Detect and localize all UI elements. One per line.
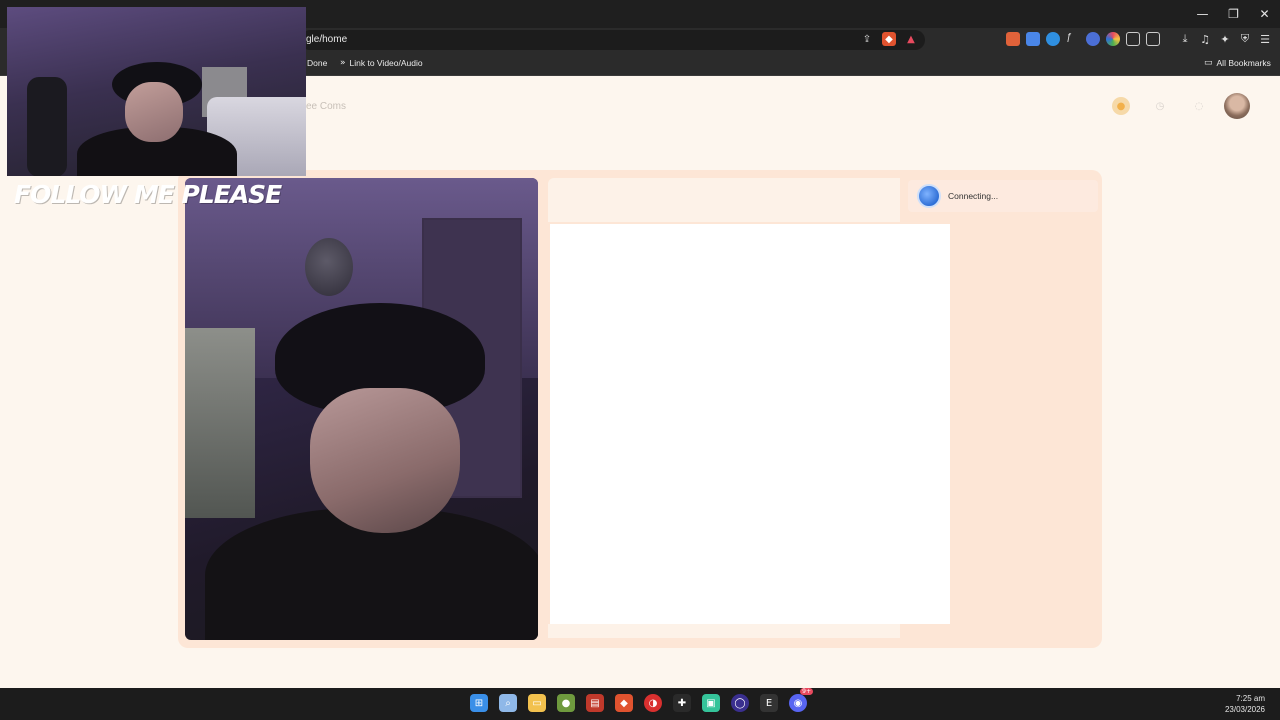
chair bbox=[27, 77, 67, 176]
chat-footer bbox=[548, 624, 900, 638]
address-bar[interactable] bbox=[300, 30, 925, 50]
ext-icon-1[interactable] bbox=[1006, 32, 1020, 46]
self-video bbox=[185, 178, 538, 640]
moon-lamp bbox=[305, 238, 353, 296]
bookmark-label: Link to Video/Audio bbox=[349, 58, 423, 68]
person-face bbox=[125, 82, 183, 142]
color-icon[interactable] bbox=[1106, 32, 1120, 46]
leo-icon[interactable]: ✦ bbox=[1218, 32, 1232, 46]
puzzle-icon[interactable] bbox=[1126, 32, 1140, 46]
chat-header bbox=[548, 178, 900, 222]
download-icon[interactable]: ⤓ bbox=[1178, 32, 1192, 46]
minimize-button[interactable]: — bbox=[1187, 0, 1218, 28]
app-icon-7[interactable]: ◑ bbox=[644, 694, 662, 712]
restore-button[interactable]: ❐ bbox=[1218, 0, 1249, 28]
taskbar-apps: ⊞ ⌕ ▭ ● ▤ ◆ ◑ ✚ ▣ ◯ E ◉ 9+ bbox=[470, 688, 813, 712]
close-button[interactable]: ✕ bbox=[1249, 0, 1280, 28]
ext-icon-3[interactable] bbox=[1046, 32, 1060, 46]
search-icon[interactable]: ⌕ bbox=[499, 694, 517, 712]
bookmark-label: Done bbox=[307, 58, 328, 68]
bookmark-label: All Bookmarks bbox=[1216, 58, 1271, 68]
share-icon[interactable]: ⇪ bbox=[860, 32, 874, 46]
status-text: Connecting... bbox=[948, 191, 999, 201]
ext-icon-5[interactable] bbox=[1086, 32, 1100, 46]
webcam-overlay bbox=[7, 7, 306, 176]
extension-icons: ƒ bbox=[1006, 32, 1160, 46]
file-explorer-icon[interactable]: ▭ bbox=[528, 694, 546, 712]
address-bar-icons: ⇪ ◆ ▲ bbox=[860, 32, 918, 46]
app-icon-4[interactable]: ● bbox=[557, 694, 575, 712]
toolbar-icons: ⤓ ♫ ✦ ⛨ ☰ bbox=[1178, 32, 1272, 46]
loading-spinner-icon bbox=[917, 184, 941, 208]
translate-icon[interactable] bbox=[1026, 32, 1040, 46]
bookmark-link-video[interactable]: » Link to Video/Audio bbox=[340, 58, 423, 68]
coins-icon[interactable]: ● bbox=[1112, 97, 1130, 115]
app-icon-9[interactable]: ▣ bbox=[702, 694, 720, 712]
shelf bbox=[185, 328, 255, 518]
time-text: 7:25 am bbox=[1236, 694, 1265, 703]
page-title: ee Coms bbox=[306, 101, 347, 112]
font-icon[interactable]: ƒ bbox=[1066, 32, 1080, 46]
vpn-icon[interactable]: ⛨ bbox=[1238, 32, 1252, 46]
avatar[interactable] bbox=[1224, 93, 1250, 119]
brave-shield-icon[interactable]: ◆ bbox=[882, 32, 896, 46]
figma-icon[interactable]: ✚ bbox=[673, 694, 691, 712]
chat-icon[interactable]: ◌ bbox=[1190, 97, 1208, 115]
window-controls: — ❐ ✕ bbox=[1187, 0, 1280, 28]
bookmark-done[interactable]: Done bbox=[307, 58, 327, 68]
system-clock[interactable]: 7:25 am 23/03/2026 bbox=[1225, 693, 1265, 715]
date-text: 23/03/2026 bbox=[1224, 705, 1265, 714]
folder-icon: ▭ bbox=[1204, 58, 1213, 68]
brave-rewards-icon[interactable]: ▲ bbox=[904, 32, 918, 46]
menu-icon[interactable]: ☰ bbox=[1258, 32, 1272, 46]
app-icon-10[interactable]: ◯ bbox=[731, 694, 749, 712]
chat-area[interactable] bbox=[550, 224, 950, 624]
epic-games-icon[interactable]: E bbox=[760, 694, 778, 712]
chevrons-icon: » bbox=[340, 58, 346, 68]
person-face bbox=[310, 388, 460, 533]
all-bookmarks[interactable]: ▭ All Bookmarks bbox=[1204, 58, 1271, 68]
history-icon[interactable]: ◷ bbox=[1151, 97, 1169, 115]
follow-overlay-text: FOLLOW ME PLEASE bbox=[14, 180, 282, 209]
notification-badge: 9+ bbox=[800, 688, 813, 695]
music-icon[interactable]: ♫ bbox=[1198, 32, 1212, 46]
start-icon[interactable]: ⊞ bbox=[470, 694, 488, 712]
discord-icon[interactable]: ◉ 9+ bbox=[789, 688, 813, 712]
brave-icon[interactable]: ◆ bbox=[615, 694, 633, 712]
app-icon-5[interactable]: ▤ bbox=[586, 694, 604, 712]
sidebar-icon[interactable] bbox=[1146, 32, 1160, 46]
url-text[interactable]: gle/home bbox=[306, 34, 347, 45]
